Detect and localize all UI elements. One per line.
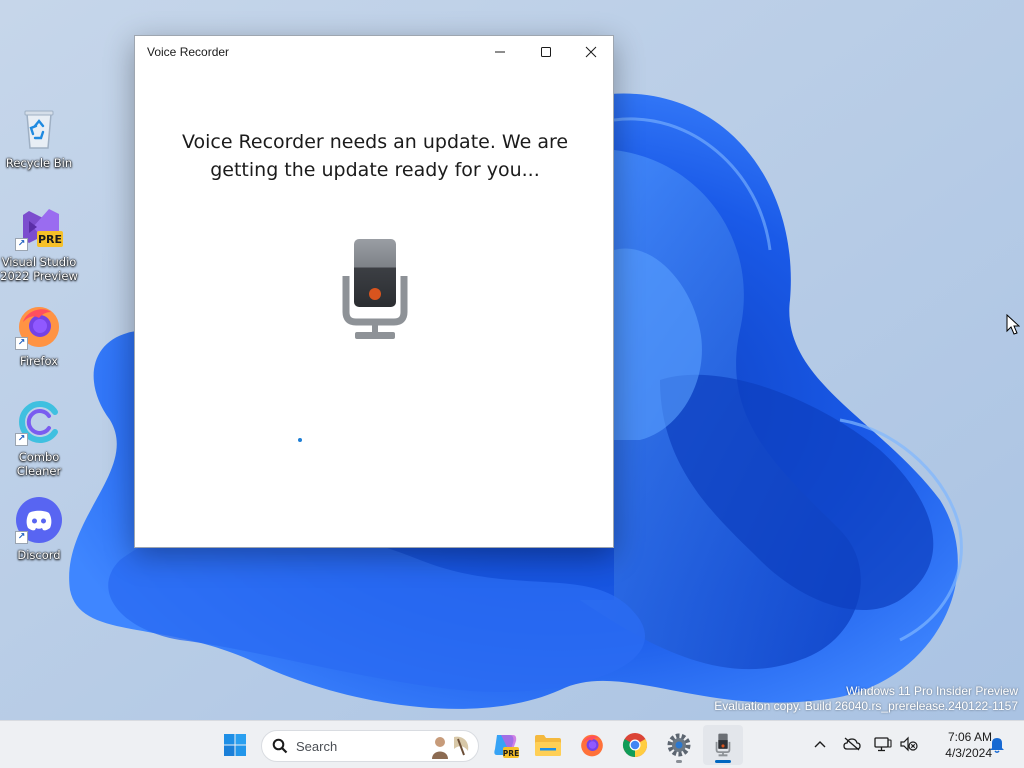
microphone-icon: [339, 236, 411, 344]
discord-icon: ↗: [15, 496, 63, 544]
minimize-icon: [495, 51, 505, 53]
windows-logo-icon: [224, 734, 246, 756]
taskbar-chrome[interactable]: [615, 725, 655, 765]
shortcut-arrow-icon: ↗: [15, 433, 28, 446]
maximize-icon: [541, 47, 551, 57]
taskbar: Search PRE 7:06 AM 4/3/2024: [0, 720, 1024, 768]
volume-button[interactable]: [898, 733, 920, 755]
search-highlight-icon: [432, 736, 469, 759]
network-button[interactable]: [872, 733, 894, 755]
clock-time: 7:06 AM: [947, 730, 992, 744]
recycle-bin-icon: [15, 104, 63, 152]
shortcut-arrow-icon: ↗: [15, 238, 28, 251]
running-indicator: [676, 760, 682, 763]
desktop-icon-combo-cleaner[interactable]: ↗ Combo Cleaner: [0, 398, 78, 478]
show-hidden-icons-button[interactable]: [809, 733, 831, 755]
evaluation-watermark: Windows 11 Pro Insider Preview Evaluatio…: [714, 684, 1018, 714]
watermark-line-1: Windows 11 Pro Insider Preview: [846, 684, 1018, 698]
search-placeholder: Search: [296, 738, 338, 754]
mouse-cursor-icon: [1006, 314, 1020, 335]
taskbar-copilot-preview[interactable]: PRE: [485, 725, 525, 765]
taskbar-firefox[interactable]: [572, 725, 612, 765]
taskbar-settings[interactable]: [659, 725, 699, 765]
firefox-icon: ↗: [15, 302, 63, 350]
start-button[interactable]: [215, 725, 255, 765]
folder-icon: [535, 735, 561, 756]
onedrive-status-button[interactable]: [841, 733, 863, 755]
desktop-icon-discord[interactable]: ↗ Discord: [0, 496, 78, 562]
active-indicator: [715, 760, 731, 763]
window-title: Voice Recorder: [147, 45, 230, 59]
minimize-button[interactable]: [477, 36, 523, 68]
notification-bell-icon: [990, 738, 1004, 753]
window-titlebar[interactable]: Voice Recorder: [135, 36, 613, 68]
desktop-icon-label: Combo Cleaner: [16, 450, 62, 478]
pre-badge-text: PRE: [503, 749, 519, 758]
loading-spinner: [298, 438, 302, 442]
taskbar-file-explorer[interactable]: [528, 725, 568, 765]
taskbar-search-box[interactable]: Search: [261, 730, 479, 762]
shortcut-arrow-icon: ↗: [15, 531, 28, 544]
chrome-icon: [622, 733, 648, 757]
voice-recorder-window: Voice Recorder Voice Recorder needs an u…: [134, 35, 614, 548]
desktop-icon-recycle-bin[interactable]: Recycle Bin: [0, 104, 78, 170]
taskbar-clock[interactable]: 7:06 AM 4/3/2024: [922, 729, 992, 761]
desktop-icon-label: Recycle Bin: [5, 156, 73, 170]
chevron-up-icon: [814, 741, 826, 748]
notification-center-button[interactable]: [986, 733, 1008, 755]
microphone-icon: [715, 733, 731, 757]
desktop-icon-firefox[interactable]: ↗ Firefox: [0, 302, 78, 368]
shortcut-arrow-icon: ↗: [15, 337, 28, 350]
watermark-line-2: Evaluation copy. Build 26040.rs_prerelea…: [714, 699, 1018, 713]
volume-muted-icon: [900, 736, 918, 752]
clock-date: 4/3/2024: [945, 746, 992, 760]
search-icon: [272, 738, 288, 754]
desktop-icon-label: Discord: [17, 548, 61, 562]
pre-badge-text: PRE: [38, 233, 62, 246]
firefox-icon: [581, 734, 603, 757]
desktop-icon-label: Visual Studio 2022 Preview: [0, 255, 78, 283]
combo-cleaner-icon: ↗: [15, 398, 63, 446]
taskbar-voice-recorder[interactable]: [703, 725, 743, 765]
maximize-button[interactable]: [523, 36, 569, 68]
desktop-icon-visual-studio[interactable]: PRE ↗ Visual Studio 2022 Preview: [0, 203, 78, 283]
desktop-icon-label: Firefox: [19, 354, 59, 368]
network-icon: [874, 737, 892, 752]
visual-studio-icon: PRE ↗: [15, 203, 63, 251]
update-message: Voice Recorder needs an update. We are g…: [181, 131, 569, 181]
gear-icon: [667, 733, 691, 757]
onedrive-offline-icon: [843, 737, 861, 751]
close-button[interactable]: [568, 36, 614, 68]
close-icon: [585, 46, 597, 58]
copilot-icon: PRE: [494, 735, 519, 758]
